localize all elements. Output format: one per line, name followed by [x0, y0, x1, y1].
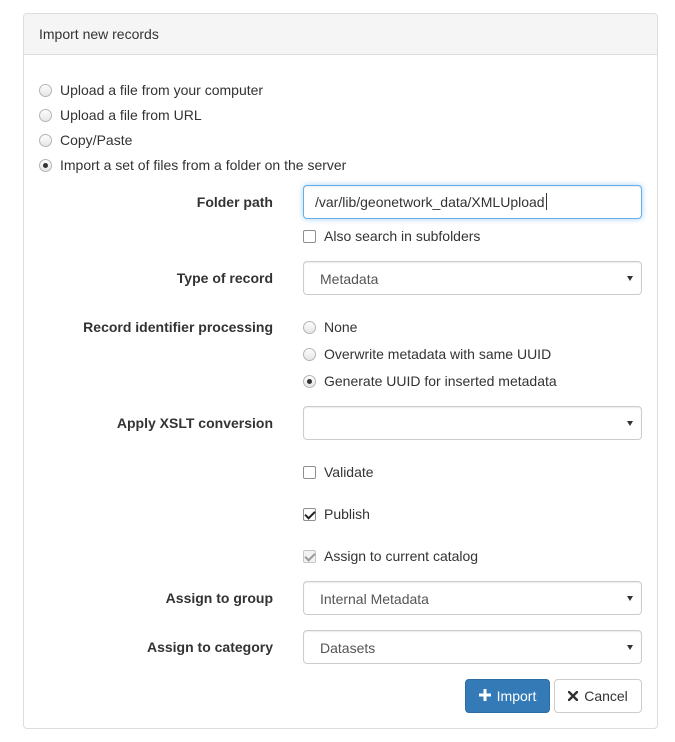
- record-type-select[interactable]: Metadata: [303, 261, 642, 295]
- radio-label: Import a set of files from a folder on t…: [60, 157, 347, 173]
- publish-label: Publish: [324, 506, 370, 522]
- caret-down-icon: [627, 421, 633, 426]
- validate-checkbox-row[interactable]: Validate: [303, 462, 374, 482]
- plus-icon: [478, 688, 491, 704]
- xslt-select[interactable]: [303, 406, 642, 440]
- group-select[interactable]: Internal Metadata: [303, 581, 642, 615]
- assign-catalog-label: Assign to current catalog: [324, 548, 479, 564]
- close-icon: [568, 688, 579, 704]
- radio-upload-url[interactable]: Upload a file from URL: [39, 105, 202, 125]
- validate-label: Validate: [324, 464, 374, 480]
- radio-uuid-none[interactable]: None: [303, 317, 357, 337]
- cancel-button[interactable]: Cancel: [554, 679, 642, 713]
- folder-path-label: Folder path: [196, 194, 273, 210]
- radio-label: Overwrite metadata with same UUID: [324, 346, 552, 362]
- radio-icon[interactable]: [39, 133, 52, 147]
- import-button-label: Import: [496, 688, 537, 704]
- panel-title: Import new records: [24, 14, 657, 55]
- group-label: Assign to group: [165, 590, 273, 606]
- folder-path-value: /var/lib/geonetwork_data/XMLUpload: [315, 194, 545, 210]
- radio-label: Upload a file from URL: [60, 107, 202, 123]
- publish-checkbox-row[interactable]: Publish: [303, 504, 370, 524]
- radio-icon-selected[interactable]: [39, 158, 52, 172]
- radio-uuid-generate[interactable]: Generate UUID for inserted metadata: [303, 371, 557, 391]
- radio-label: Upload a file from your computer: [60, 82, 264, 98]
- radio-icon[interactable]: [39, 83, 52, 97]
- subfolders-label: Also search in subfolders: [324, 228, 481, 244]
- radio-uuid-overwrite[interactable]: Overwrite metadata with same UUID: [303, 344, 551, 364]
- validate-checkbox[interactable]: [303, 465, 316, 479]
- radio-upload-file[interactable]: Upload a file from your computer: [39, 80, 263, 100]
- folder-path-input[interactable]: /var/lib/geonetwork_data/XMLUpload: [303, 185, 642, 219]
- assign-catalog-checkbox: [303, 549, 316, 563]
- category-select[interactable]: Datasets: [303, 630, 642, 664]
- radio-copy-paste[interactable]: Copy/Paste: [39, 130, 132, 150]
- text-cursor: [545, 193, 547, 210]
- caret-down-icon: [627, 645, 633, 650]
- group-value: Internal Metadata: [320, 591, 429, 607]
- radio-label: None: [324, 319, 358, 335]
- subfolders-checkbox[interactable]: [303, 229, 316, 243]
- xslt-label: Apply XSLT conversion: [116, 415, 273, 431]
- radio-icon[interactable]: [303, 320, 316, 334]
- import-button[interactable]: Import: [465, 679, 550, 713]
- radio-server-folder[interactable]: Import a set of files from a folder on t…: [39, 155, 346, 175]
- publish-checkbox[interactable]: [303, 507, 316, 521]
- caret-down-icon: [627, 596, 633, 601]
- subfolders-checkbox-row[interactable]: Also search in subfolders: [303, 226, 480, 246]
- cancel-button-label: Cancel: [584, 688, 628, 704]
- caret-down-icon: [627, 276, 633, 281]
- record-type-label: Type of record: [176, 270, 273, 286]
- identifier-processing-label: Record identifier processing: [83, 319, 273, 335]
- assign-catalog-checkbox-row: Assign to current catalog: [303, 546, 478, 566]
- category-value: Datasets: [320, 640, 376, 656]
- radio-icon[interactable]: [39, 108, 52, 122]
- radio-icon-selected[interactable]: [303, 374, 316, 388]
- radio-icon[interactable]: [303, 347, 316, 361]
- radio-label: Copy/Paste: [60, 132, 133, 148]
- record-type-value: Metadata: [320, 271, 379, 287]
- radio-label: Generate UUID for inserted metadata: [324, 373, 557, 389]
- category-label: Assign to category: [146, 639, 273, 655]
